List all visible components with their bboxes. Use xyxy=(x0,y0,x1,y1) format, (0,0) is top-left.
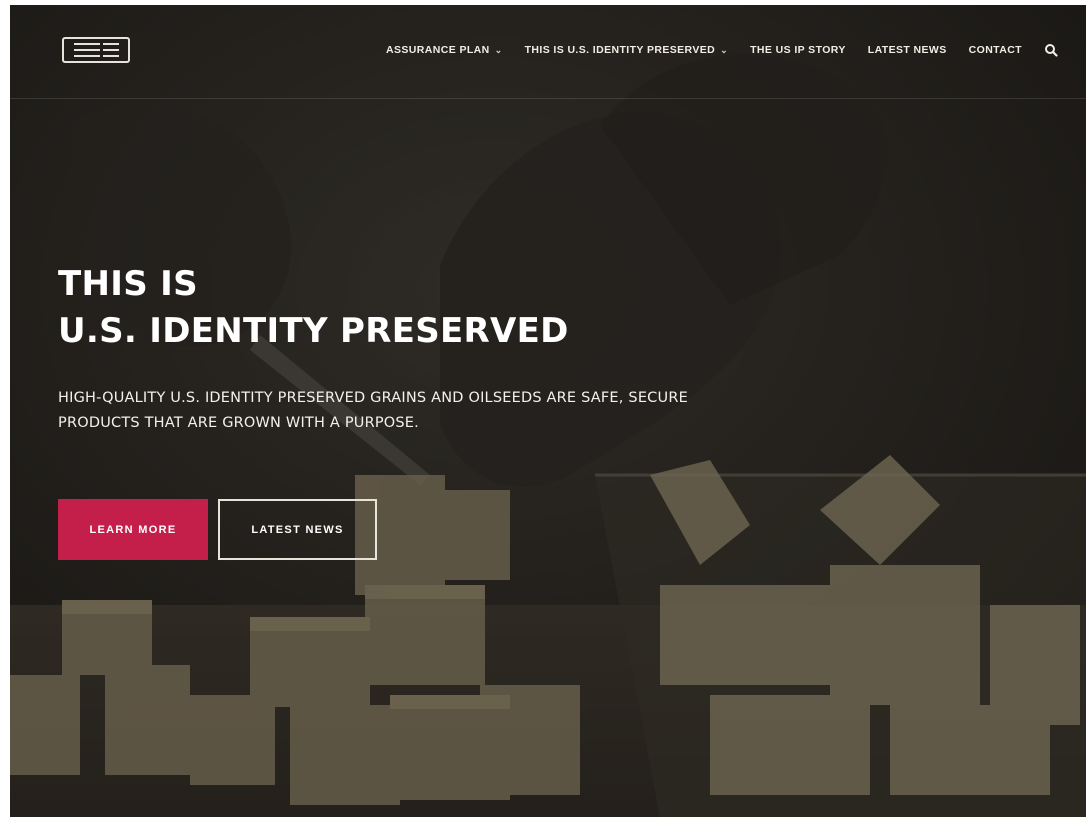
search-icon xyxy=(1045,44,1058,57)
hero-title: THIS IS U.S. IDENTITY PRESERVED xyxy=(58,261,818,355)
hero-buttons: LEARN MORE LATEST NEWS xyxy=(58,499,377,560)
nav-item-assurance-plan[interactable]: ASSURANCE PLAN ⌄ xyxy=(386,44,503,56)
chevron-down-icon: ⌄ xyxy=(494,44,503,55)
header: ASSURANCE PLAN ⌄ THIS IS U.S. IDENTITY P… xyxy=(10,5,1086,99)
hero-title-line1: THIS IS xyxy=(58,264,198,304)
nav-item-label: ASSURANCE PLAN xyxy=(386,44,490,56)
chevron-down-icon: ⌄ xyxy=(720,44,729,55)
hero-page: ASSURANCE PLAN ⌄ THIS IS U.S. IDENTITY P… xyxy=(10,5,1086,817)
nav-item-latest-news[interactable]: LATEST NEWS xyxy=(868,44,947,56)
nav-item-this-is-us-ip[interactable]: THIS IS U.S. IDENTITY PRESERVED ⌄ xyxy=(525,44,729,56)
nav-item-contact[interactable]: CONTACT xyxy=(969,44,1022,56)
nav-item-us-ip-story[interactable]: THE US IP STORY xyxy=(750,44,846,56)
nav-item-label: THE US IP STORY xyxy=(750,44,846,56)
hero-subtitle-line1: HIGH-QUALITY U.S. IDENTITY PRESERVED GRA… xyxy=(58,390,688,406)
hero-subtitle-line2: PRODUCTS THAT ARE GROWN WITH A PURPOSE. xyxy=(58,415,419,431)
nav-item-label: CONTACT xyxy=(968,44,1022,56)
nav-item-label: LATEST NEWS xyxy=(867,44,947,56)
learn-more-button[interactable]: LEARN MORE xyxy=(58,499,208,560)
nav-item-label: THIS IS U.S. IDENTITY PRESERVED xyxy=(524,44,716,56)
latest-news-button[interactable]: LATEST NEWS xyxy=(218,499,377,560)
site-logo[interactable] xyxy=(62,37,130,63)
hero-content: THIS IS U.S. IDENTITY PRESERVED HIGH-QUA… xyxy=(58,261,818,436)
hero-title-line2: U.S. IDENTITY PRESERVED xyxy=(58,311,569,351)
search-button[interactable] xyxy=(1044,43,1058,57)
hero-subtitle: HIGH-QUALITY U.S. IDENTITY PRESERVED GRA… xyxy=(58,386,818,436)
main-nav: ASSURANCE PLAN ⌄ THIS IS U.S. IDENTITY P… xyxy=(386,43,1058,57)
